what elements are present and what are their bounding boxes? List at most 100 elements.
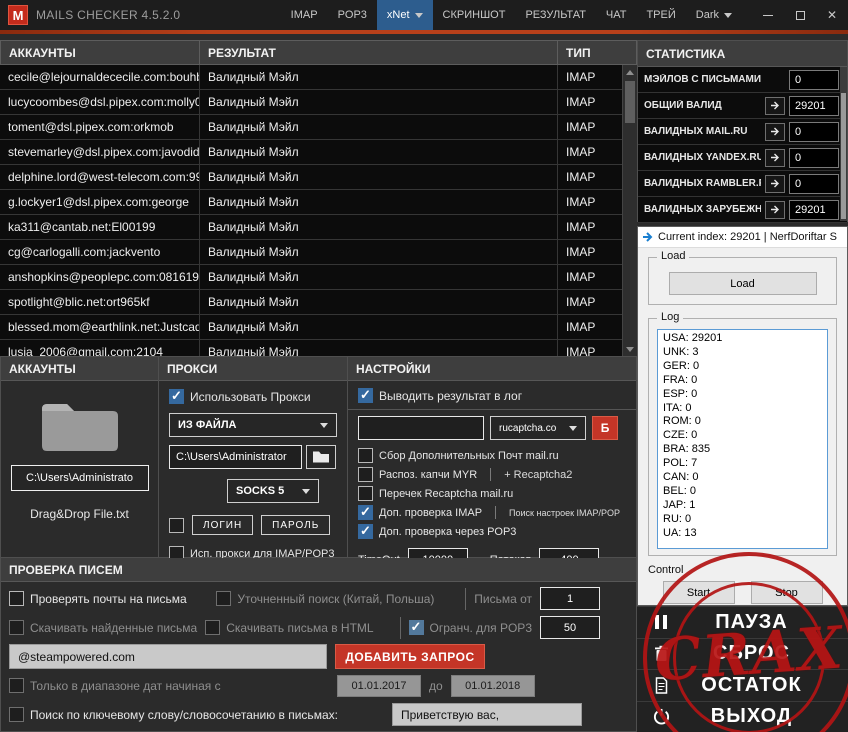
checkbox-icon <box>9 678 24 693</box>
use-proxy-checkbox[interactable]: Использовать Прокси <box>169 389 337 404</box>
letters-from-input[interactable] <box>540 587 600 610</box>
balance-button[interactable]: Б <box>592 416 618 440</box>
use-proxy-label: Использовать Прокси <box>190 390 311 404</box>
log-output-checkbox[interactable]: Выводить результат в лог <box>358 388 626 403</box>
action-buttons: ПАУЗА СБРОС ОСТАТОК ВЫХОД <box>637 606 848 732</box>
date-from-button[interactable]: 01.01.2017 <box>337 675 421 697</box>
captcha-service-value: rucaptcha.co <box>499 423 556 434</box>
window-title: MAILS CHECKER 4.5.2.0 <box>36 8 180 22</box>
table-row[interactable]: cg@carlogalli.com:jackventoВалидный Мэйл… <box>0 240 622 265</box>
login-button[interactable]: ЛОГИН <box>192 515 253 535</box>
keyword-input[interactable] <box>392 703 582 726</box>
menu-item-pop3[interactable]: POP3 <box>328 0 377 30</box>
log-line: RU: 0 <box>663 513 822 527</box>
table-row[interactable]: stevemarley@dsl.pipex.com:javodidaВалидн… <box>0 140 622 165</box>
accounts-path-button[interactable]: C:\Users\Administrato <box>11 465 149 491</box>
imap-check-checkbox[interactable] <box>358 505 373 520</box>
titlebar: M MAILS CHECKER 4.5.2.0 IMAPPOP3xNetСКРИ… <box>0 0 848 30</box>
captcha-service-select[interactable]: rucaptcha.co <box>490 416 586 440</box>
close-button[interactable]: ✕ <box>816 0 848 30</box>
account-cell: delphine.lord@west-telecom.com:99 <box>0 165 200 190</box>
pop3-check-checkbox[interactable]: Доп. проверка через POP3 <box>358 522 626 541</box>
collect-extra-checkbox[interactable]: Сбор Дополнительных Почт mail.ru <box>358 446 626 465</box>
download-html-checkbox[interactable]: Скачивать письма в HTML <box>205 620 392 635</box>
maximize-button[interactable] <box>784 0 816 30</box>
date-range-checkbox[interactable]: Только в диапазоне дат начиная с <box>9 678 329 693</box>
result-cell: Валидный Мэйл <box>200 140 558 165</box>
load-groupbox: Load Load <box>648 257 837 305</box>
proxy-source-select[interactable]: ИЗ ФАЙЛА <box>169 413 337 437</box>
column-header-result[interactable]: РЕЗУЛЬТАТ <box>200 40 558 65</box>
results-scrollbar-thumb[interactable] <box>625 81 635 123</box>
menu-item-tray[interactable]: ТРЕЙ <box>636 0 685 30</box>
exit-button[interactable]: ВЫХОД <box>637 701 848 732</box>
log-listbox[interactable]: USA: 29201UNK: 3GER: 0FRA: 0ESP: 0ITA: 0… <box>657 329 828 549</box>
download-found-checkbox[interactable]: Скачивать найденные письма <box>9 620 197 635</box>
export-icon[interactable] <box>765 149 785 167</box>
scroll-up-icon[interactable] <box>623 65 637 79</box>
refined-search-checkbox[interactable]: Уточненный поиск (Китай, Польша) <box>216 591 457 606</box>
check-mail-checkbox[interactable]: Проверять почты на письма <box>9 591 208 606</box>
stat-value: 0 <box>789 174 839 194</box>
export-icon[interactable] <box>765 97 785 115</box>
password-button[interactable]: ПАРОЛЬ <box>261 515 330 535</box>
table-row[interactable]: cecile@lejournaldececile.com:bouhbВалидн… <box>0 65 622 90</box>
table-row[interactable]: toment@dsl.pipex.com:orkmobВалидный Мэйл… <box>0 115 622 140</box>
captcha-myr-checkbox[interactable] <box>358 467 373 482</box>
refined-search-label: Уточненный поиск (Китай, Польша) <box>237 592 434 606</box>
table-row[interactable]: delphine.lord@west-telecom.com:99Валидны… <box>0 165 622 190</box>
letters-panel-title: ПРОВЕРКА ПИСЕМ <box>9 563 123 577</box>
start-button[interactable]: Start <box>663 581 735 604</box>
statistics-scrollbar[interactable] <box>840 67 847 221</box>
table-row[interactable]: lucycoombes@dsl.pipex.com:molly0Валидный… <box>0 90 622 115</box>
pause-button[interactable]: ПАУЗА <box>637 606 848 638</box>
log-line: UA: 13 <box>663 527 822 541</box>
folder-icon[interactable] <box>40 395 120 453</box>
table-row[interactable]: g.lockyer1@dsl.pipex.com:georgeВалидный … <box>0 190 622 215</box>
minimize-button[interactable] <box>752 0 784 30</box>
add-query-button[interactable]: ДОБАВИТЬ ЗАПРОС <box>335 644 485 669</box>
table-row[interactable]: ka311@cantab.net:El00199Валидный МэйлIMA… <box>0 215 622 240</box>
query-input[interactable] <box>9 644 327 669</box>
results-scrollbar[interactable] <box>622 65 637 356</box>
export-icon[interactable] <box>765 123 785 141</box>
proxy-auth-checkbox[interactable] <box>169 518 184 533</box>
table-row[interactable]: spotlight@blic.net:ort965kfВалидный Мэйл… <box>0 290 622 315</box>
reset-button[interactable]: СБРОС <box>637 638 848 670</box>
table-row[interactable]: lusia_2006@gmail.com:2104Валидный МэйлIM… <box>0 340 622 356</box>
menu-item-result[interactable]: РЕЗУЛЬТАТ <box>515 0 595 30</box>
column-header-type[interactable]: ТИП <box>558 40 637 65</box>
statistics-scrollbar-thumb[interactable] <box>841 93 846 219</box>
table-row[interactable]: anshopkins@peoplepc.com:0816197Валидный … <box>0 265 622 290</box>
account-cell: cecile@lejournaldececile.com:bouhb <box>0 65 200 90</box>
proxy-folder-button[interactable] <box>306 445 336 469</box>
export-icon[interactable] <box>765 201 785 219</box>
pop3-limit-input[interactable] <box>540 616 600 639</box>
captcha-key-input[interactable] <box>358 416 484 440</box>
menu-item-theme[interactable]: Dark <box>686 0 742 30</box>
menu-item-imap[interactable]: IMAP <box>281 0 328 30</box>
proxy-file-input[interactable] <box>169 445 302 469</box>
date-to-button[interactable]: 01.01.2018 <box>451 675 535 697</box>
menu-item-screenshot[interactable]: СКРИНШОТ <box>433 0 516 30</box>
result-cell: Валидный Мэйл <box>200 190 558 215</box>
stop-button[interactable]: Stop <box>751 581 823 604</box>
rest-button[interactable]: ОСТАТОК <box>637 669 848 701</box>
keyword-search-checkbox[interactable]: Поиск по ключевому слову/словосочетанию … <box>9 707 384 722</box>
pop3-limit-checkbox[interactable]: Огранч. для POP3 <box>409 620 532 635</box>
scroll-down-icon[interactable] <box>623 342 637 356</box>
letters-panel: ПРОВЕРКА ПИСЕМ Проверять почты на письма… <box>0 558 637 732</box>
result-cell: Валидный Мэйл <box>200 290 558 315</box>
folder-icon <box>312 450 330 464</box>
column-header-accounts[interactable]: АККАУНТЫ <box>0 40 200 65</box>
load-button[interactable]: Load <box>669 272 817 295</box>
menu-item-label: Dark <box>696 9 719 21</box>
menu-item-chat[interactable]: ЧАТ <box>596 0 637 30</box>
proxy-type-select[interactable]: SOCKS 5 <box>227 479 319 503</box>
menu-item-xnet[interactable]: xNet <box>377 0 433 30</box>
export-icon[interactable] <box>765 175 785 193</box>
current-index-label: Current index: 29201 | NerfDoriftar S <box>658 231 837 243</box>
pause-icon <box>649 614 673 630</box>
table-row[interactable]: blessed.mom@earthlink.net:Justcad1Валидн… <box>0 315 622 340</box>
recheck-checkbox[interactable]: Перечек Recaptcha mail.ru <box>358 484 626 503</box>
